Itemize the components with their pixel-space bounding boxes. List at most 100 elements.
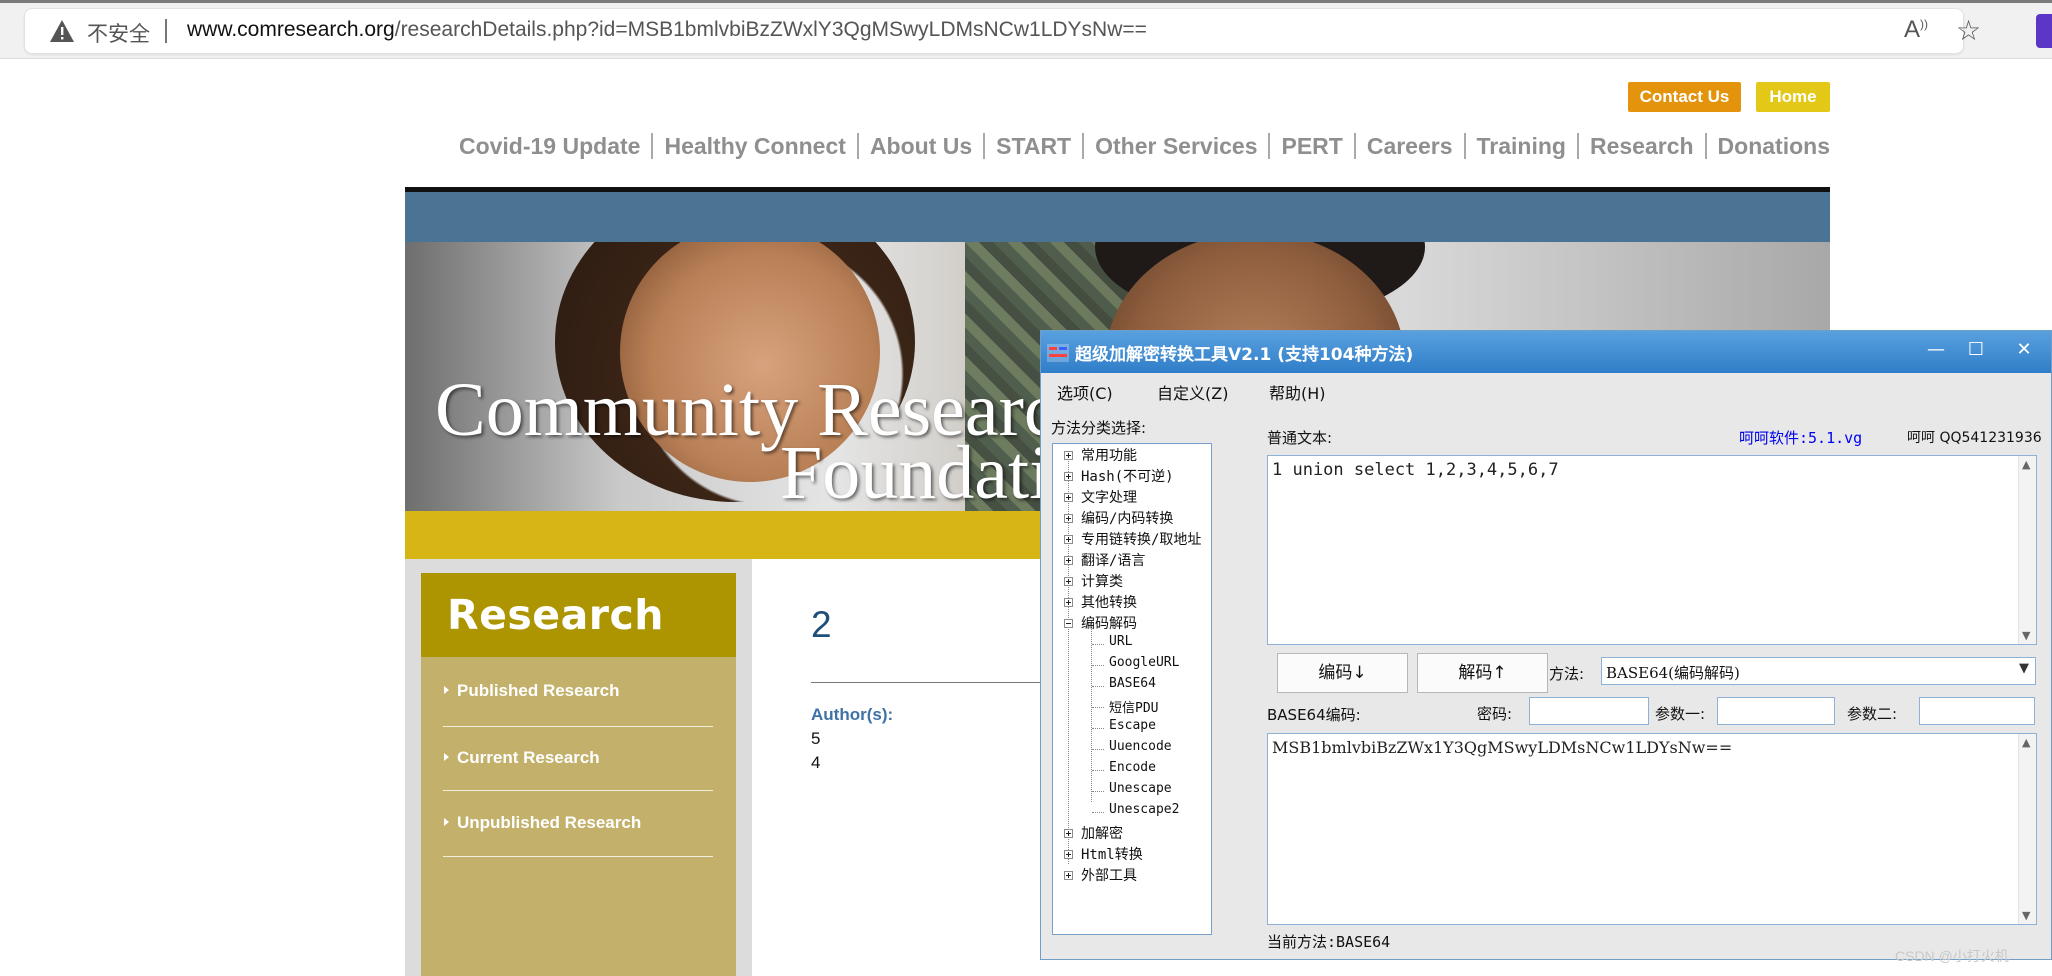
scroll-up-icon[interactable]: ▲ [2022,736,2030,749]
sidebar-link-unpublished-research[interactable]: Unpublished Research [443,813,727,833]
author-contact: 呵呵 QQ541231936 [1907,430,2042,446]
tree-leaf-googleurl[interactable]: GoogleURL [1109,655,1179,670]
expand-icon[interactable] [1064,493,1073,502]
expand-icon[interactable] [1064,451,1073,460]
research-heading: 2 [811,604,832,645]
menu-customize[interactable]: 自定义(Z) [1157,380,1228,404]
sidebar-link-current-research[interactable]: Current Research [443,748,727,768]
tree-node-translate[interactable]: 翻译/语言 [1081,550,1145,570]
plain-text-area[interactable]: 1 union select 1,2,3,4,5,6,7 ▲ ▼ [1267,455,2037,645]
expand-icon[interactable] [1064,829,1073,838]
scrollbar[interactable]: ▲ ▼ [2018,734,2036,924]
nav-donations[interactable]: Donations [1704,133,1830,159]
tree-guide-line [1092,665,1104,666]
close-icon[interactable]: ✕ [2007,337,2041,363]
tree-node-common[interactable]: 常用功能 [1081,445,1137,465]
tree-guide-line [1092,728,1104,729]
password-input[interactable] [1529,697,1649,725]
status-bar-text: 当前方法:BASE64 [1267,933,1391,951]
sidebar-link-published-research[interactable]: Published Research [443,681,727,701]
encode-button[interactable]: 编码↓ [1277,653,1408,693]
chevron-down-icon[interactable]: ▼ [2019,661,2029,676]
nav-research[interactable]: Research [1576,133,1705,159]
tree-node-charset[interactable]: 编码/内码转换 [1081,508,1173,528]
address-divider [165,19,167,43]
extension-icon[interactable] [2036,14,2052,48]
security-status-label[interactable]: 不安全 [87,18,150,48]
tree-guide-line [1092,791,1104,792]
read-aloud-icon[interactable]: A)) [1904,16,1928,44]
sidebar-divider [443,790,713,791]
encoded-text-value: MSB1bmlvbiBzZWx1Y3QgMSwyLDMsNCw1LDYsNw== [1272,738,1733,757]
nav-other-services[interactable]: Other Services [1082,133,1268,159]
expand-icon[interactable] [1064,514,1073,523]
expand-icon[interactable] [1064,577,1073,586]
address-bar[interactable]: 不安全 www.comresearch.org/researchDetails.… [24,8,1964,54]
tree-node-crypto[interactable]: 加解密 [1081,823,1123,843]
tree-leaf-sms-pdu[interactable]: 短信PDU [1109,697,1158,716]
expand-icon[interactable] [1064,850,1073,859]
scroll-down-icon[interactable]: ▼ [2022,909,2030,922]
menu-help[interactable]: 帮助(H) [1269,380,1326,404]
tree-leaf-url[interactable]: URL [1109,634,1132,649]
expand-icon[interactable] [1064,556,1073,565]
maximize-icon[interactable]: ☐ [1959,337,1993,363]
tree-guide-line [1092,749,1104,750]
tree-node-link[interactable]: 专用链转换/取地址 [1081,529,1201,549]
url-text[interactable]: www.comresearch.org/researchDetails.php?… [187,18,1147,42]
method-label: 方法: [1549,665,1585,683]
authors-label: Author(s): [811,705,894,724]
nav-training[interactable]: Training [1463,133,1577,159]
tree-leaf-uuencode[interactable]: Uuencode [1109,739,1172,754]
expand-icon[interactable] [1064,871,1073,880]
scroll-up-icon[interactable]: ▲ [2022,458,2030,471]
tree-node-external[interactable]: 外部工具 [1081,865,1137,885]
tree-node-text[interactable]: 文字处理 [1081,487,1137,507]
nav-covid-update[interactable]: Covid-19 Update [448,133,651,159]
tree-node-calc[interactable]: 计算类 [1081,571,1123,591]
author-value: 4 [811,753,821,772]
nav-careers[interactable]: Careers [1353,133,1464,159]
minimize-icon[interactable]: — [1919,337,1953,363]
menu-options[interactable]: 选项(C) [1057,380,1113,404]
encoded-text-area[interactable]: MSB1bmlvbiBzZWx1Y3QgMSwyLDMsNCw1LDYsNw==… [1267,733,2037,925]
collapse-icon[interactable] [1064,619,1073,628]
method-tree[interactable]: 常用功能 Hash(不可逆) 文字处理 编码/内码转换 专用链转换/取地址 翻译… [1052,443,1212,935]
param1-input[interactable] [1717,697,1835,725]
tree-leaf-unescape[interactable]: Unescape [1109,781,1172,796]
method-select-value: BASE64(编码解码) [1606,664,1740,682]
tree-leaf-base64[interactable]: BASE64 [1109,676,1156,691]
nav-start[interactable]: START [983,133,1082,159]
tree-guide-line [1092,644,1104,645]
tree-leaf-encode[interactable]: Encode [1109,760,1156,775]
scrollbar[interactable]: ▲ ▼ [2018,456,2036,644]
nav-about-us[interactable]: About Us [856,133,983,159]
tree-leaf-unescape2[interactable]: Unescape2 [1109,802,1179,817]
brand-link[interactable]: 呵呵软件:5.1.vg [1739,427,1862,448]
favorite-star-icon[interactable]: ☆ [1956,14,1981,47]
tool-title: 超级加解密转换工具V2.1 (支持104种方法) [1075,345,1414,365]
method-select[interactable]: BASE64(编码解码) ▼ [1601,657,2036,685]
tool-titlebar[interactable]: 超级加解密转换工具V2.1 (支持104种方法) — ☐ ✕ [1041,331,2051,373]
encoder-tool-window: 超级加解密转换工具V2.1 (支持104种方法) — ☐ ✕ 选项(C) 自定义… [1040,330,2052,960]
warning-icon[interactable] [49,19,75,43]
expand-icon[interactable] [1064,472,1073,481]
tree-leaf-escape[interactable]: Escape [1109,718,1156,733]
expand-icon[interactable] [1064,535,1073,544]
scroll-down-icon[interactable]: ▼ [2022,629,2030,642]
contact-us-button[interactable]: Contact Us [1628,82,1741,112]
nav-healthy-connect[interactable]: Healthy Connect [651,133,856,159]
expand-icon[interactable] [1064,598,1073,607]
home-button[interactable]: Home [1756,82,1830,112]
watermark: CSDN @小打火机 [1895,948,2009,964]
nav-pert[interactable]: PERT [1268,133,1353,159]
tree-node-hash[interactable]: Hash(不可逆) [1081,466,1174,486]
decode-button[interactable]: 解码↑ [1417,653,1548,693]
app-icon [1047,344,1069,362]
tree-node-html[interactable]: Html转换 [1081,844,1143,864]
tree-node-encode-decode[interactable]: 编码解码 [1081,613,1137,633]
header-band [405,192,1830,242]
param2-input[interactable] [1919,697,2035,725]
tree-guide-line [1092,707,1104,708]
tree-node-other[interactable]: 其他转换 [1081,592,1137,612]
